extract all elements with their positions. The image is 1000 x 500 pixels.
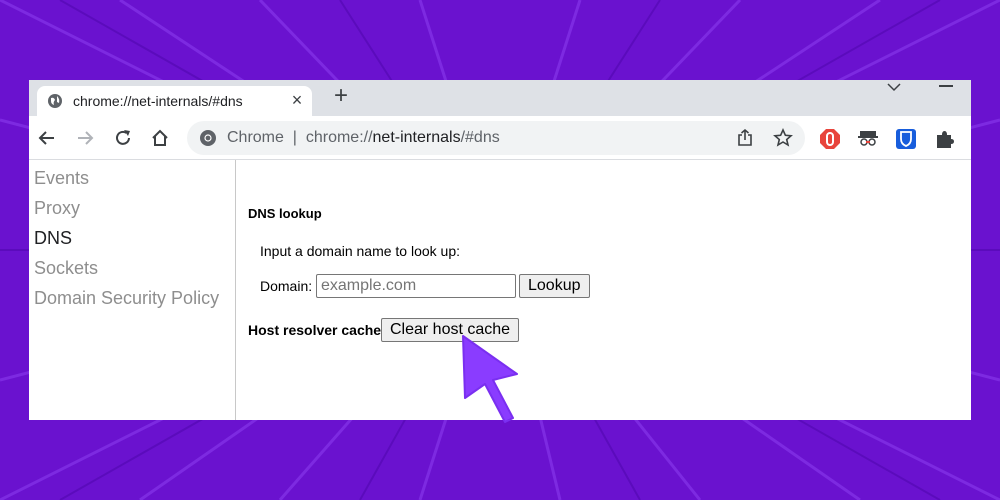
url-path: /#dns (460, 129, 500, 146)
sidebar-item-proxy[interactable]: Proxy (34, 198, 80, 219)
dns-lookup-heading: DNS lookup (248, 206, 322, 221)
omnibox-prefix: Chrome (227, 129, 284, 146)
pointer-arrow-icon (462, 335, 518, 423)
url-host: net-internals (372, 129, 461, 146)
puzzle-extensions-icon[interactable] (933, 128, 955, 150)
back-arrow-icon[interactable] (37, 128, 57, 148)
close-icon[interactable]: × (288, 91, 306, 109)
sidebar-item-events[interactable]: Events (34, 168, 89, 189)
ad-blocker-extension-icon[interactable] (819, 128, 841, 150)
home-icon[interactable] (150, 128, 170, 148)
address-text: Chrome | chrome://net-internals/#dns (227, 129, 500, 147)
globe-icon (48, 94, 62, 108)
password-manager-extension-icon[interactable] (895, 128, 917, 150)
chrome-logo-icon (200, 130, 216, 146)
tab-strip: chrome://net-internals/#dns × + (29, 80, 971, 116)
lookup-instruction: Input a domain name to look up: (260, 243, 461, 259)
sidebar-item-dns[interactable]: DNS (34, 228, 72, 249)
sidebar-item-domain-security-policy[interactable]: Domain Security Policy (34, 288, 219, 309)
sidebar-item-sockets[interactable]: Sockets (34, 258, 98, 279)
minimize-icon[interactable] (939, 85, 953, 87)
omnibox-separator: | (292, 129, 297, 146)
domain-label: Domain: (260, 278, 313, 294)
domain-input[interactable] (316, 274, 516, 298)
bookmark-star-icon[interactable] (773, 128, 793, 148)
forward-arrow-icon[interactable] (75, 128, 95, 148)
reload-icon[interactable] (113, 128, 133, 148)
lookup-button[interactable]: Lookup (519, 274, 590, 298)
share-icon[interactable] (735, 128, 755, 148)
sidebar-nav: Events Proxy DNS Sockets Domain Security… (29, 160, 236, 420)
url-scheme: chrome:// (305, 129, 373, 146)
tab-net-internals[interactable]: chrome://net-internals/#dns × (37, 86, 312, 116)
address-bar[interactable]: Chrome | chrome://net-internals/#dns (187, 121, 805, 155)
new-tab-button[interactable]: + (329, 84, 353, 109)
chevron-down-icon[interactable] (887, 82, 901, 92)
browser-toolbar: Chrome | chrome://net-internals/#dns (29, 116, 971, 160)
incognito-extension-icon[interactable] (857, 128, 879, 150)
tab-title: chrome://net-internals/#dns (73, 93, 243, 109)
host-resolver-cache-heading: Host resolver cache (248, 322, 382, 338)
dns-panel: DNS lookup Input a domain name to look u… (237, 160, 971, 420)
